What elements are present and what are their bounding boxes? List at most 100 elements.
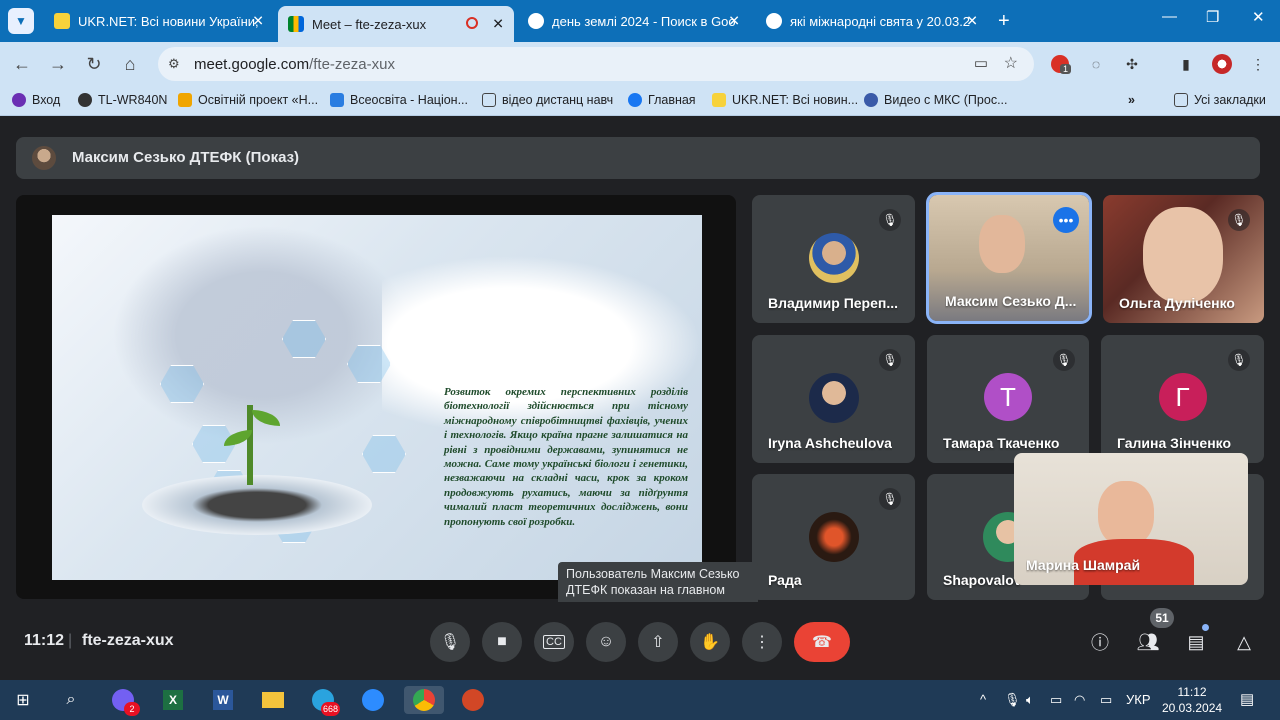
camera-in-use-icon[interactable]: ▭ bbox=[974, 54, 988, 72]
side-panel-icon[interactable]: ▮ bbox=[1176, 54, 1196, 74]
participant-name: Рада bbox=[768, 572, 802, 588]
bookmark-item[interactable]: відео дистанц навч bbox=[482, 93, 613, 107]
microphone-icon[interactable]: 🎙︎ bbox=[1004, 692, 1021, 708]
battery-icon[interactable]: ▭ bbox=[1100, 692, 1112, 708]
tab-title: Meet – fte-zeza-xux bbox=[312, 16, 427, 32]
leave-call-button[interactable]: ☎ bbox=[794, 622, 850, 662]
participant-tile[interactable]: 🎙︎ Iryna Ashcheulova bbox=[752, 335, 915, 463]
reload-icon[interactable]: ↻ bbox=[82, 52, 106, 76]
tab-search-holidays[interactable]: які міжнародні свята у 20.03.2 ✕ bbox=[756, 6, 988, 36]
bookmark-label: Освітній проект «Н... bbox=[198, 93, 319, 107]
mic-off-icon: 🎙︎ bbox=[1228, 209, 1250, 231]
camera-button[interactable]: ■ bbox=[482, 622, 522, 662]
bookmark-favicon-icon bbox=[12, 93, 26, 107]
mic-off-icon: 🎙︎ bbox=[1053, 349, 1075, 371]
chrome-icon[interactable] bbox=[404, 686, 444, 714]
speaker-icon[interactable]: 🔈︎ bbox=[1026, 692, 1034, 708]
participant-name: Тамара Ткаченко bbox=[943, 435, 1060, 451]
browser-tab-bar: ▼ UKR.NET: Всі новини України, ✕ Meet – … bbox=[0, 0, 1280, 42]
chat-button[interactable]: ▤ bbox=[1182, 628, 1210, 656]
bookmark-item[interactable]: TL-WR840N bbox=[78, 93, 167, 107]
reactions-button[interactable]: ☺ bbox=[586, 622, 626, 662]
bookmark-item[interactable]: Видео с МКС (Прос... bbox=[864, 93, 1008, 107]
people-button[interactable]: 👥︎ bbox=[1134, 628, 1162, 656]
mic-off-icon: 🎙︎ bbox=[879, 209, 901, 231]
raise-hand-button[interactable]: ✋ bbox=[690, 622, 730, 662]
wifi-icon[interactable]: ◠ bbox=[1074, 692, 1085, 708]
tab-meet[interactable]: Meet – fte-zeza-xux ✕ bbox=[278, 6, 514, 42]
folder-icon bbox=[482, 93, 496, 107]
presentation-stage[interactable]: Розвиток окремих перспективних розділів … bbox=[16, 195, 736, 599]
profile-avatar[interactable] bbox=[1212, 54, 1232, 74]
excel-icon[interactable]: X bbox=[158, 686, 188, 714]
present-screen-icon: ⇧ bbox=[651, 634, 665, 651]
camera-icon: ■ bbox=[497, 633, 507, 650]
activities-button[interactable]: △ bbox=[1230, 628, 1258, 656]
new-tab-plus-icon[interactable]: + bbox=[998, 10, 1010, 33]
chevron-up-icon[interactable]: ^ bbox=[980, 692, 986, 707]
telegram-icon[interactable]: 668 bbox=[308, 686, 340, 716]
bookmark-label: UKR.NET: Всі новин... bbox=[732, 93, 859, 107]
kebab-menu-icon[interactable]: ⋮ bbox=[1248, 54, 1268, 74]
minimize-icon[interactable]: — bbox=[1162, 8, 1177, 25]
people-count-badge: 51 bbox=[1150, 608, 1174, 628]
close-window-icon[interactable]: ✕ bbox=[1252, 8, 1265, 26]
shield-extension-icon[interactable]: ◌ bbox=[1086, 54, 1106, 74]
participant-tile[interactable]: 🎙︎ Т Тамара Ткаченко bbox=[927, 335, 1089, 463]
adblock-extension-icon[interactable]: 1 bbox=[1050, 54, 1072, 74]
self-view-tile[interactable]: Марина Шамрай bbox=[1014, 453, 1248, 585]
zoom-icon[interactable] bbox=[358, 686, 388, 714]
tab-search-button[interactable]: ▼ bbox=[8, 8, 34, 34]
chevron-down-icon: ▼ bbox=[15, 14, 27, 28]
windows-start-icon[interactable]: ⊞ bbox=[8, 686, 38, 714]
language-indicator[interactable]: УКР bbox=[1126, 692, 1151, 707]
close-icon[interactable]: ✕ bbox=[966, 13, 978, 30]
word-icon[interactable]: W bbox=[208, 686, 238, 714]
address-bar[interactable]: ⚙ meet.google.com/fte-zeza-xux ▭ ☆ bbox=[158, 47, 1034, 81]
forward-arrow-icon[interactable]: → bbox=[46, 52, 70, 76]
participant-tile[interactable]: 🎙︎ Г Галина Зінченко bbox=[1101, 335, 1264, 463]
tab-search-earth-day[interactable]: день землі 2024 - Поиск в Goo ✕ bbox=[518, 6, 750, 36]
participant-tile[interactable]: 🎙︎ Владимир Переп... bbox=[752, 195, 915, 323]
more-bookmarks-button[interactable]: » bbox=[1128, 93, 1135, 107]
captions-button[interactable]: CC bbox=[534, 622, 574, 662]
file-explorer-icon[interactable] bbox=[258, 686, 288, 714]
meeting-info-button[interactable]: ⓘ bbox=[1086, 628, 1114, 656]
bookmark-label: Усі закладки bbox=[1194, 93, 1266, 107]
more-options-icon[interactable]: ••• bbox=[1053, 207, 1079, 233]
microphone-button[interactable]: 🎙︎ bbox=[430, 622, 470, 662]
restore-icon[interactable]: ❐ bbox=[1206, 8, 1219, 26]
close-icon[interactable]: ✕ bbox=[728, 13, 740, 30]
bookmark-item[interactable]: Главная bbox=[628, 93, 696, 107]
present-screen-button[interactable]: ⇧ bbox=[638, 622, 678, 662]
taskbar-clock[interactable]: 11:12 20.03.2024 bbox=[1162, 684, 1222, 716]
all-bookmarks-folder[interactable]: Усі закладки bbox=[1174, 93, 1266, 107]
participant-tile[interactable]: ••• Максим Сезько Д... bbox=[926, 192, 1092, 324]
divider: | bbox=[68, 632, 73, 649]
url-text: meet.google.com/fte-zeza-xux bbox=[194, 56, 395, 73]
google-favicon-icon bbox=[528, 13, 544, 29]
close-icon[interactable]: ✕ bbox=[492, 16, 504, 33]
site-info-icon[interactable]: ⚙ bbox=[168, 56, 180, 72]
notifications-icon[interactable]: ▤ bbox=[1240, 690, 1254, 708]
extensions-puzzle-icon[interactable]: ✣ bbox=[1122, 54, 1142, 74]
sprout-image bbox=[247, 405, 253, 485]
bookmark-item[interactable]: Вход bbox=[12, 93, 60, 107]
bookmark-item[interactable]: Всеосвіта - Націон... bbox=[330, 93, 468, 107]
presenter-bar[interactable]: Максим Сезько ДТЕФК (Показ) bbox=[16, 137, 1260, 179]
close-icon[interactable]: ✕ bbox=[252, 13, 264, 30]
viber-icon[interactable]: 2 bbox=[108, 686, 140, 716]
more-options-button[interactable]: ⋮ bbox=[742, 622, 782, 662]
powerpoint-icon[interactable] bbox=[458, 686, 488, 714]
bookmark-item[interactable]: Освітній проект «Н... bbox=[178, 93, 318, 107]
network-icon[interactable]: ▭ bbox=[1050, 692, 1062, 708]
participant-tile[interactable]: 🎙︎ Ольга Дуліченко bbox=[1103, 195, 1264, 323]
search-icon[interactable]: ⌕ bbox=[56, 686, 86, 714]
bookmark-label: Вход bbox=[32, 93, 61, 107]
bookmark-item[interactable]: UKR.NET: Всі новин... bbox=[712, 93, 858, 107]
back-arrow-icon[interactable]: ← bbox=[10, 52, 34, 76]
tab-ukrnet[interactable]: UKR.NET: Всі новини України, ✕ bbox=[44, 6, 274, 36]
participant-tile[interactable]: 🎙︎ Рада bbox=[752, 474, 915, 600]
home-icon[interactable]: ⌂ bbox=[118, 52, 142, 76]
bookmark-star-icon[interactable]: ☆ bbox=[1004, 53, 1018, 73]
